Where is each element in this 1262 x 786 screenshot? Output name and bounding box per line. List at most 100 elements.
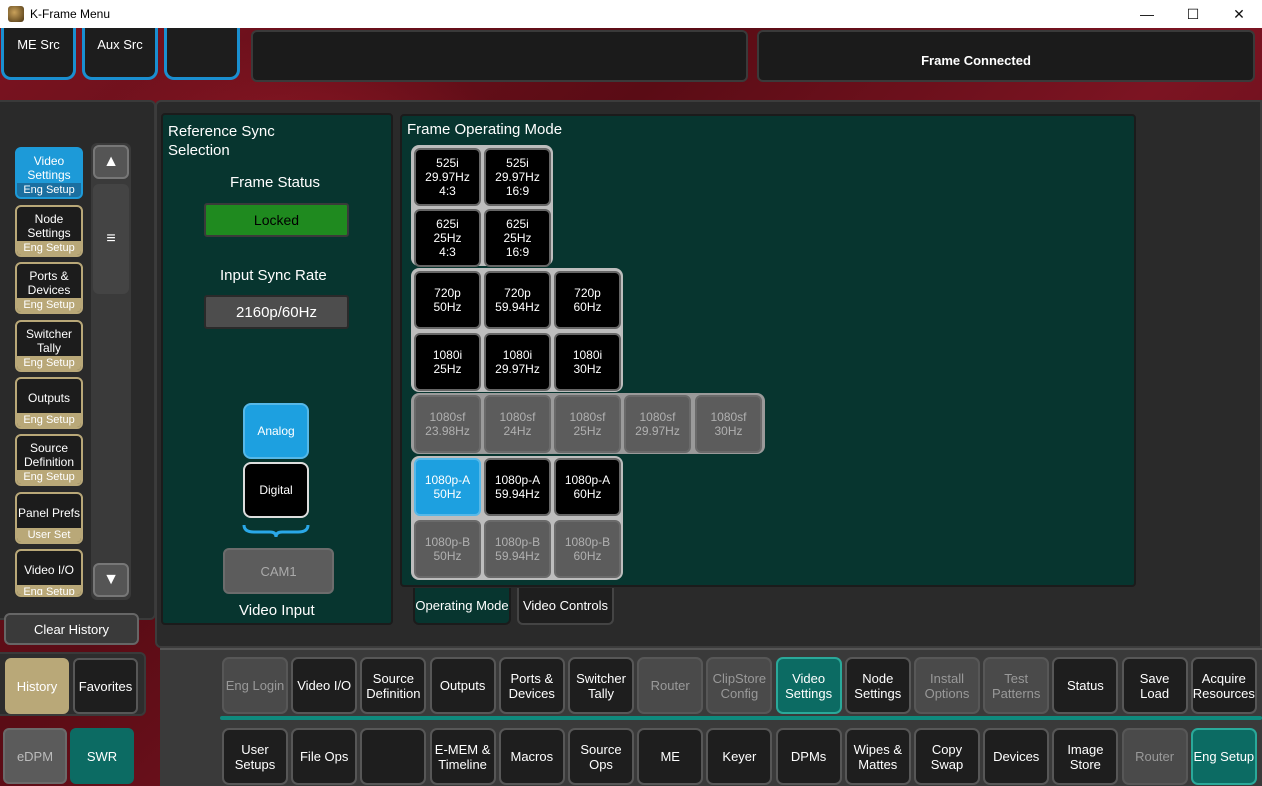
mode-button[interactable]: 720p 60Hz [554,271,621,329]
menu-button-label: Eng Setup [1193,749,1255,764]
mode-button[interactable]: 720p 59.94Hz [484,271,551,329]
menu-button[interactable]: Source Definition [360,657,427,714]
mode-button[interactable]: 1080sf 30Hz [695,395,762,453]
tab-swr[interactable]: SWR [70,728,134,784]
mode-button[interactable]: 1080sf 29.97Hz [624,395,691,453]
mode-button[interactable]: 1080i 25Hz [414,333,481,391]
mode-button[interactable]: 1080p-A 60Hz [554,458,621,516]
minimize-button[interactable]: — [1124,0,1170,28]
mode-button[interactable]: 625i 25Hz 4:3 [414,209,481,267]
tab-favorites[interactable]: Favorites [73,658,138,714]
menu-button-label: Router [1135,749,1175,764]
nav-item-video-settings[interactable]: Video Settings Eng Setup [15,147,83,199]
mode-button[interactable]: 1080i 30Hz [554,333,621,391]
nav-item-sub: Eng Setup [17,470,81,484]
menu-button[interactable]: Status [1052,657,1119,714]
menu-button[interactable]: Copy Swap [914,728,980,785]
menu-button[interactable]: Test Patterns [983,657,1050,714]
menu-button[interactable]: Source Ops [568,728,634,785]
menu-button[interactable] [360,728,427,785]
active-row-indicator [220,716,1262,720]
menu-button-label: Devices [993,749,1040,764]
me-src-button[interactable]: ME Src [1,28,76,80]
menu-button[interactable]: Eng Login [222,657,288,714]
nav-item-switcher-tally[interactable]: Switcher Tally Eng Setup [15,320,83,372]
mode-button-label: 1080i 29.97Hz [495,348,540,376]
menu-button[interactable]: E-MEM & Timeline [429,728,496,785]
menu-button[interactable]: Ports & Devices [498,657,565,714]
nav-item-panel-prefs[interactable]: Panel Prefs User Set [15,492,83,544]
menu-button-label: Status [1066,678,1104,693]
arrow-up-icon: ▲ [103,153,119,170]
menu-button[interactable]: Switcher Tally [568,657,634,714]
maximize-button[interactable]: ☐ [1170,0,1216,28]
menu-button-label: Install Options [924,670,970,701]
nav-item-outputs[interactable]: Outputs Eng Setup [15,377,83,429]
mode-button[interactable]: 720p 50Hz [414,271,481,329]
cam1-button[interactable]: CAM1 [223,548,334,594]
menu-button[interactable]: Install Options [914,657,980,714]
scroll-thumb[interactable]: ≡ [93,184,129,294]
menu-button[interactable]: Router [1121,728,1188,785]
mode-button-label: 1080p-B 50Hz [424,535,471,563]
menu-button[interactable]: Save Load [1121,657,1188,714]
frame-operating-mode-title: Frame Operating Mode [407,121,563,138]
nav-item-node-settings[interactable]: Node Settings Eng Setup [15,205,83,257]
clear-history-button[interactable]: Clear History [4,613,139,645]
tab-edpm[interactable]: eDPM [3,728,67,784]
menu-button[interactable]: Wipes & Mattes [844,728,911,785]
mode-button-label: 1080sf 23.98Hz [425,410,470,438]
menu-button[interactable]: ClipStore Config [706,657,773,714]
menu-button[interactable]: Image Store [1052,728,1119,785]
menu-button[interactable]: File Ops [291,728,358,785]
mode-button-label: 1080sf 29.97Hz [635,410,680,438]
menu-button-label: Video Settings [785,670,833,701]
mode-button[interactable]: 1080p-A 59.94Hz [484,458,551,516]
mode-button[interactable]: 525i 29.97Hz 16:9 [484,148,551,206]
mode-button[interactable]: 1080i 29.97Hz [484,333,551,391]
mode-button[interactable]: 1080sf 25Hz [554,395,621,453]
menu-button-label: Wipes & Mattes [853,741,902,772]
tab-video-controls[interactable]: Video Controls [517,588,614,625]
menu-button[interactable]: Outputs [429,657,496,714]
tab-history[interactable]: History [5,658,69,714]
mode-button[interactable]: 1080p-A 50Hz [414,458,481,516]
aux-src-button[interactable]: Aux Src [82,28,158,80]
menu-button[interactable]: DPMs [775,728,842,785]
app-icon [8,6,24,22]
nav-item-ports-devices[interactable]: Ports & Devices Eng Setup [15,262,83,314]
menu-button[interactable]: Macros [498,728,565,785]
menu-button[interactable]: User Setups [222,728,288,785]
menu-button[interactable]: Keyer [706,728,773,785]
menu-button-label: Source Definition [366,670,421,701]
mode-button[interactable]: 1080p-B 59.94Hz [484,520,551,578]
menu-button[interactable]: Video I/O [291,657,358,714]
mode-button[interactable]: 1080p-B 50Hz [414,520,481,578]
mode-button[interactable]: 1080sf 23.98Hz [414,395,481,453]
menu-button[interactable]: ME [637,728,704,785]
mode-button[interactable]: 525i 29.97Hz 4:3 [414,148,481,206]
mode-button-label: 720p 59.94Hz [495,286,540,314]
mode-button[interactable]: 1080p-B 60Hz [554,520,621,578]
mode-button[interactable]: 1080sf 24Hz [484,395,551,453]
mode-button-label: 625i 25Hz 16:9 [503,217,532,259]
scroll-up-button[interactable]: ▲ [93,145,129,179]
menu-button[interactable]: Eng Setup [1190,728,1257,785]
blank-top-button[interactable] [164,28,240,80]
digital-button[interactable]: Digital [243,462,309,518]
nav-item-label: Ports & Devices [27,269,71,297]
scroll-down-button[interactable]: ▼ [93,563,129,597]
menu-button[interactable]: Node Settings [844,657,911,714]
nav-item-video-io[interactable]: Video I/O Eng Setup [15,549,83,597]
message-area [251,30,748,82]
menu-button-label: Eng Login [225,678,285,693]
close-button[interactable]: ✕ [1216,0,1262,28]
menu-button[interactable]: Video Settings [775,657,842,714]
menu-button[interactable]: Router [637,657,704,714]
nav-item-source-definition[interactable]: Source Definition Eng Setup [15,434,83,486]
menu-button[interactable]: Acquire Resources [1190,657,1257,714]
analog-button[interactable]: Analog [243,403,309,459]
menu-button[interactable]: Devices [983,728,1050,785]
mode-button[interactable]: 625i 25Hz 16:9 [484,209,551,267]
tab-operating-mode[interactable]: Operating Mode [413,588,511,625]
